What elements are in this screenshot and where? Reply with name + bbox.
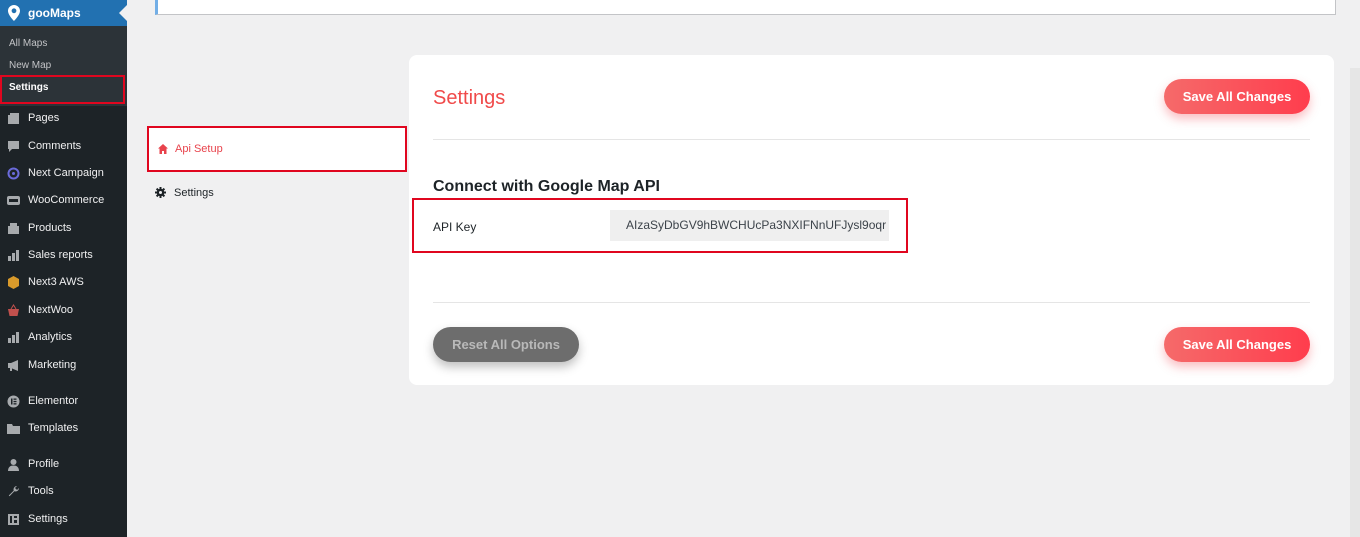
map-pin-icon bbox=[8, 5, 20, 21]
folder-icon bbox=[7, 422, 20, 435]
sidebar-item-label: Next3 AWS bbox=[28, 276, 84, 288]
sidebar-item-settings[interactable]: Settings bbox=[0, 508, 127, 532]
sidebar-item-next-campaign[interactable]: Next Campaign bbox=[0, 162, 127, 186]
sidebar-item-label: Sales reports bbox=[28, 249, 93, 261]
sidebar-item-next3-aws[interactable]: Next3 AWS bbox=[0, 271, 127, 295]
divider bbox=[433, 302, 1310, 303]
sidebar-item-label: Next Campaign bbox=[28, 167, 104, 179]
tab-label: Settings bbox=[174, 187, 214, 199]
basket-icon bbox=[7, 304, 20, 317]
submenu-all-maps[interactable]: All Maps bbox=[9, 38, 47, 49]
sidebar-item-label: Products bbox=[28, 222, 72, 234]
admin-notice bbox=[155, 0, 1336, 15]
bar-chart-icon bbox=[7, 249, 20, 262]
sidebar-item-goomaps[interactable]: gooMaps bbox=[0, 0, 127, 26]
megaphone-icon bbox=[7, 359, 20, 372]
api-key-label: API Key bbox=[433, 220, 477, 234]
sidebar-item-label: Templates bbox=[28, 422, 79, 434]
sidebar-item-products[interactable]: Products bbox=[0, 217, 127, 241]
tab-settings[interactable]: Settings bbox=[147, 172, 407, 218]
sidebar-item-woocommerce[interactable]: WooCommerce bbox=[0, 189, 127, 213]
wrench-icon bbox=[7, 485, 20, 498]
sidebar-item-label: Comments bbox=[28, 140, 82, 152]
section-title: Connect with Google Map API bbox=[433, 178, 660, 195]
sidebar-item-label: Marketing bbox=[28, 359, 77, 371]
settings-icon bbox=[7, 513, 20, 526]
sidebar-item-label: Elementor bbox=[28, 395, 79, 407]
elementor-icon bbox=[7, 395, 20, 408]
highlight-box-settings bbox=[0, 75, 125, 104]
campaign-icon bbox=[7, 167, 20, 180]
tab-label: Api Setup bbox=[175, 143, 223, 155]
page-title: Settings bbox=[433, 87, 506, 109]
scrollbar[interactable] bbox=[1350, 68, 1360, 537]
sidebar-item-label: NextWoo bbox=[28, 304, 74, 316]
api-key-input[interactable]: AIzaSyDbGV9hBWCHUcPa3NXIFNnUFJysl9oqr bbox=[610, 210, 889, 241]
reset-all-options-button[interactable]: Reset All Options bbox=[433, 327, 579, 362]
sidebar-item-sales-reports[interactable]: Sales reports bbox=[0, 244, 127, 268]
sidebar-item-comments[interactable]: Comments bbox=[0, 135, 127, 159]
sidebar-item-label: Settings bbox=[28, 513, 68, 525]
aws-icon bbox=[7, 276, 20, 289]
gear-icon bbox=[155, 187, 166, 201]
home-icon bbox=[158, 144, 168, 157]
current-menu-arrow bbox=[119, 5, 127, 21]
save-all-changes-button-bottom[interactable]: Save All Changes bbox=[1164, 327, 1310, 362]
analytics-icon bbox=[7, 331, 20, 344]
divider bbox=[433, 139, 1310, 140]
sidebar-item-profile[interactable]: Profile bbox=[0, 453, 127, 477]
comments-icon bbox=[7, 140, 20, 153]
sidebar-item-label: gooMaps bbox=[28, 6, 81, 20]
tab-api-setup[interactable]: Api Setup bbox=[147, 126, 407, 172]
api-key-row: API Key AIzaSyDbGV9hBWCHUcPa3NXIFNnUFJys… bbox=[412, 198, 908, 253]
sidebar-item-pages[interactable]: Pages bbox=[0, 107, 127, 131]
sidebar-item-label: Pages bbox=[28, 112, 60, 124]
sidebar-item-label: WooCommerce bbox=[28, 194, 105, 206]
user-icon bbox=[7, 458, 20, 471]
sidebar-item-tools[interactable]: Tools bbox=[0, 480, 127, 504]
sidebar-item-nextwoo[interactable]: NextWoo bbox=[0, 299, 127, 323]
settings-card: Settings Save All Changes Connect with G… bbox=[409, 55, 1334, 385]
save-all-changes-button-top[interactable]: Save All Changes bbox=[1164, 79, 1310, 114]
woocommerce-icon bbox=[7, 194, 20, 207]
sidebar-item-label: Analytics bbox=[28, 331, 73, 343]
sidebar-item-templates[interactable]: Templates bbox=[0, 417, 127, 441]
products-icon bbox=[7, 222, 20, 235]
sidebar-item-elementor[interactable]: Elementor bbox=[0, 390, 127, 414]
pages-icon bbox=[7, 112, 20, 125]
admin-sidebar: gooMaps All Maps New Map Settings Pages … bbox=[0, 0, 127, 537]
sidebar-item-marketing[interactable]: Marketing bbox=[0, 354, 127, 378]
sidebar-item-label: Profile bbox=[28, 458, 60, 470]
sidebar-item-label: Tools bbox=[28, 485, 54, 497]
sidebar-item-analytics[interactable]: Analytics bbox=[0, 326, 127, 350]
submenu-new-map[interactable]: New Map bbox=[9, 60, 51, 71]
